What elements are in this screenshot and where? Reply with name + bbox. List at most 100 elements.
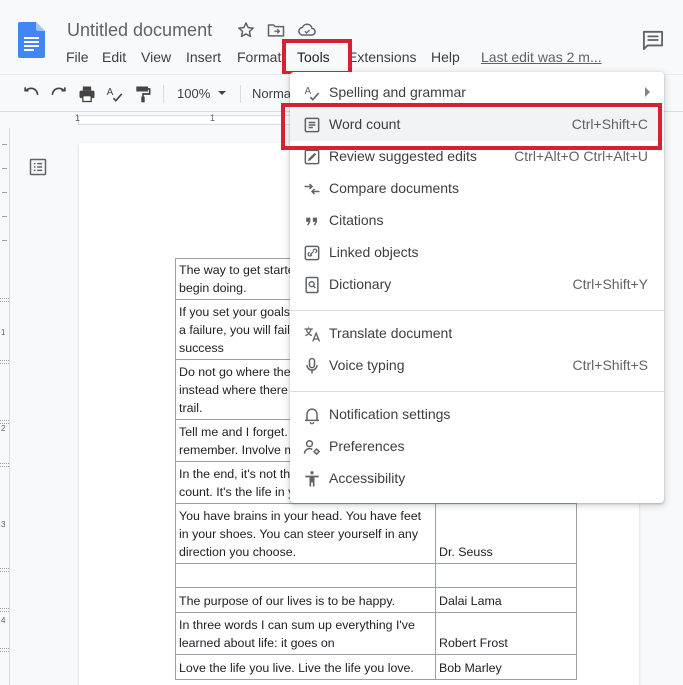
menu-view[interactable]: View (141, 49, 171, 65)
docs-logo-icon[interactable] (18, 22, 45, 58)
ruler-tick (2, 216, 7, 217)
svg-text:A: A (305, 86, 312, 97)
menu-item-label: Notification settings (329, 406, 451, 422)
chevron-down-icon[interactable] (216, 87, 228, 99)
quote-icon (306, 217, 317, 226)
print-icon[interactable] (77, 84, 97, 104)
word-count-highlight-box (281, 103, 662, 150)
ruler-tick (2, 168, 7, 169)
author-cell[interactable]: Bob Marley (435, 654, 577, 680)
svg-text:A: A (107, 87, 114, 98)
ruler-tick (2, 192, 7, 193)
menu-item-label: Dictionary (329, 276, 392, 292)
quote-cell[interactable] (175, 563, 436, 588)
menu-item-label: Compare documents (329, 180, 459, 196)
table-row[interactable]: In three words I can sum up everything I… (175, 612, 577, 655)
author-cell[interactable] (435, 563, 577, 588)
menu-item-voice-typing[interactable]: Voice typing Ctrl+Shift+S (290, 350, 664, 382)
docs-window: Untitled document File Edit View Insert … (0, 0, 683, 685)
last-edit-link[interactable]: Last edit was 2 m... (481, 49, 602, 65)
compare-icon (304, 183, 320, 195)
quote-cell[interactable]: The purpose of our lives is to be happy. (175, 587, 436, 613)
translate-icon (304, 327, 321, 342)
menu-item-shortcut: Ctrl+Shift+Y (572, 276, 648, 292)
menu-item-label: Spelling and grammar (329, 84, 466, 100)
review-edits-icon (304, 149, 320, 165)
paint-format-icon[interactable] (133, 84, 153, 104)
cloud-saved-icon[interactable] (297, 20, 317, 40)
menu-item-label: Citations (329, 212, 384, 228)
toolbar-divider (163, 85, 164, 103)
menu-item-translate-document[interactable]: Translate document (290, 318, 664, 350)
dictionary-icon (305, 276, 319, 294)
menu-divider (290, 391, 664, 392)
menu-item-label: Review suggested edits (329, 148, 477, 164)
accessibility-icon (305, 471, 319, 487)
document-title[interactable]: Untitled document (67, 20, 212, 41)
menu-item-preferences[interactable]: Preferences (290, 431, 664, 463)
menu-item-label: Preferences (329, 438, 405, 454)
row-boundary-marker (0, 568, 9, 572)
menu-item-notification-settings[interactable]: Notification settings (290, 399, 664, 431)
menu-edit[interactable]: Edit (102, 49, 126, 65)
undo-icon[interactable] (21, 84, 41, 104)
document-outline-icon[interactable] (28, 157, 48, 177)
row-boundary-marker (0, 648, 9, 652)
spellcheck-toolbar-icon[interactable]: A (105, 84, 125, 104)
move-folder-icon[interactable] (266, 20, 286, 40)
row-boundary-marker (0, 360, 9, 364)
star-icon[interactable] (236, 20, 256, 40)
vertical-ruler-number: 1 (1, 328, 6, 337)
redo-icon[interactable] (49, 84, 69, 104)
author-cell[interactable]: Robert Frost (435, 612, 577, 655)
vertical-ruler[interactable]: 1 2 3 4 (0, 128, 10, 685)
author-cell[interactable]: Dr. Seuss (435, 503, 577, 564)
row-boundary-marker (0, 463, 9, 467)
menu-item-label: Linked objects (329, 244, 419, 260)
spellcheck-icon: A (305, 86, 320, 101)
menu-item-citations[interactable]: Citations (290, 205, 664, 237)
quote-cell[interactable]: Love the life you live. Live the life yo… (175, 654, 436, 680)
zoom-select[interactable]: 100% (177, 86, 210, 101)
preferences-icon (303, 440, 320, 455)
mic-icon (306, 357, 318, 374)
quote-cell[interactable]: You have brains in your head. You have f… (175, 503, 436, 564)
table-row[interactable]: You have brains in your head. You have f… (175, 503, 577, 564)
row-boundary-marker (0, 608, 9, 612)
menu-item-label: Accessibility (329, 470, 406, 486)
ruler-number: 1 (75, 113, 81, 123)
menu-insert[interactable]: Insert (186, 49, 221, 65)
ruler-tick (2, 144, 7, 145)
vertical-ruler-number: 2 (1, 424, 6, 433)
row-boundary-marker (0, 298, 9, 302)
menu-item-label: Voice typing (329, 357, 405, 373)
menu-extensions[interactable]: Extensions (348, 49, 416, 65)
paragraph-style-select[interactable]: Normal (252, 86, 294, 101)
menu-item-compare-documents[interactable]: Compare documents (290, 173, 664, 205)
menu-divider (290, 310, 664, 311)
quote-cell[interactable]: In three words I can sum up everything I… (175, 612, 436, 655)
bell-icon (305, 408, 319, 425)
menu-item-label: Translate document (329, 325, 453, 341)
menu-item-accessibility[interactable]: Accessibility (290, 463, 664, 495)
menu-item-linked-objects[interactable]: Linked objects (290, 237, 664, 269)
comment-icon[interactable] (642, 30, 664, 50)
submenu-arrow-icon (645, 87, 650, 97)
toolbar-divider (240, 85, 241, 103)
table-row[interactable]: The purpose of our lives is to be happy.… (175, 587, 577, 613)
tools-highlight-box (282, 39, 352, 75)
ruler-number: 1 (210, 113, 216, 123)
vertical-ruler-number: 4 (1, 616, 6, 625)
menu-file[interactable]: File (66, 49, 89, 65)
table-row[interactable]: Love the life you live. Live the life yo… (175, 654, 577, 680)
menu-item-shortcut: Ctrl+Shift+S (572, 357, 648, 373)
menu-help[interactable]: Help (431, 49, 460, 65)
ruler-tick (2, 240, 7, 241)
link-icon (304, 245, 320, 261)
author-cell[interactable]: Dalai Lama (435, 587, 577, 613)
table-row[interactable] (175, 563, 577, 588)
vertical-ruler-number: 3 (1, 520, 6, 529)
menu-format[interactable]: Format (237, 49, 281, 65)
menu-item-shortcut: Ctrl+Alt+O Ctrl+Alt+U (514, 148, 648, 164)
menu-item-dictionary[interactable]: Dictionary Ctrl+Shift+Y (290, 269, 664, 301)
